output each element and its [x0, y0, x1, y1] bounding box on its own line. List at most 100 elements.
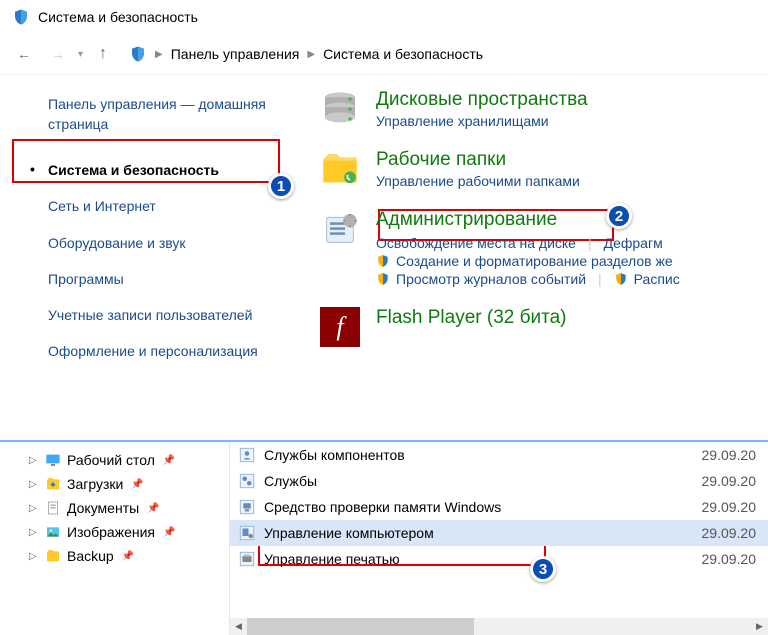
pin-icon: 📌 — [163, 527, 175, 538]
forward-button[interactable]: → — [44, 40, 72, 68]
admin-link-partitions[interactable]: Создание и форматирование разделов же — [396, 253, 673, 269]
group-title[interactable]: Дисковые пространства — [376, 89, 768, 111]
shield-icon — [12, 8, 30, 26]
downloads-icon — [45, 476, 61, 492]
scroll-thumb[interactable] — [247, 618, 474, 635]
expand-icon[interactable]: ▷ — [29, 455, 37, 466]
back-button[interactable]: ← — [10, 40, 38, 68]
folder-icon — [45, 548, 61, 564]
chevron-right-icon: ▶ — [151, 49, 167, 60]
file-date: 29.09.20 — [702, 551, 761, 567]
up-button[interactable]: ↑ — [89, 40, 117, 68]
admin-link-schedule[interactable]: Распис — [634, 271, 680, 287]
tree-item-desktop[interactable]: ▷ Рабочий стол📌 — [45, 448, 229, 472]
history-dropdown[interactable]: ▾ — [78, 49, 83, 60]
shortcut-icon — [238, 498, 256, 516]
pictures-icon — [45, 524, 61, 540]
shortcut-icon — [238, 550, 256, 568]
file-name: Управление печатью — [264, 551, 694, 567]
group-sublink[interactable]: Управление рабочими папками — [376, 173, 768, 189]
scroll-right-button[interactable]: ▶ — [751, 618, 768, 635]
file-date: 29.09.20 — [702, 525, 761, 541]
sidebar-item-network[interactable]: Сеть и Интернет — [0, 188, 300, 224]
file-date: 29.09.20 — [702, 473, 761, 489]
separator: | — [592, 271, 608, 287]
shortcut-icon — [238, 472, 256, 490]
expand-icon[interactable]: ▷ — [29, 503, 37, 514]
tree-item-documents[interactable]: ▷ Документы📌 — [45, 496, 229, 520]
group-storage-spaces: Дисковые пространства Управление хранили… — [320, 89, 768, 129]
group-sublink[interactable]: Управление хранилищами — [376, 113, 768, 129]
scroll-left-button[interactable]: ◀ — [230, 618, 247, 635]
file-row[interactable]: Службы компонентов 29.09.20 — [230, 442, 768, 468]
window-title: Система и безопасность — [38, 9, 198, 25]
shield-icon — [129, 45, 147, 63]
documents-icon — [45, 500, 61, 516]
annotation-badge-2: 2 — [606, 203, 632, 229]
file-date: 29.09.20 — [702, 499, 761, 515]
folder-tree: ▷ Рабочий стол📌 ▷ Загрузки 📌 ▷ Документы 📌… — [0, 442, 230, 635]
pin-icon: 📌 — [147, 503, 159, 514]
sidebar-item-appearance[interactable]: Оформление и персонализация — [0, 333, 300, 369]
shield-icon — [376, 254, 390, 268]
tree-label: Изображения — [67, 524, 155, 540]
pin-icon: 📌 — [122, 551, 134, 562]
group-flash-player: f Flash Player (32 бита) — [320, 307, 768, 347]
expand-icon[interactable]: ▷ — [29, 479, 37, 490]
scroll-track[interactable] — [247, 618, 751, 635]
file-row-computer-management[interactable]: Управление компьютером 29.09.20 — [230, 520, 768, 546]
category-sidebar: Панель управления — домашняя страница Си… — [0, 75, 300, 440]
folder-icon — [320, 149, 360, 189]
storage-icon — [320, 89, 360, 129]
pin-icon: 📌 — [131, 479, 143, 490]
breadcrumb-item[interactable]: Система и безопасность — [323, 46, 483, 62]
file-name: Средство проверки памяти Windows — [264, 499, 694, 515]
titlebar: Система и безопасность — [0, 0, 768, 34]
file-row[interactable]: Службы 29.09.20 — [230, 468, 768, 494]
tree-item-downloads[interactable]: ▷ Загрузки📌 — [45, 472, 229, 496]
tree-item-backup[interactable]: ▷ Backup📌 — [45, 544, 229, 568]
control-panel-home-link[interactable]: Панель управления — домашняя страница — [0, 95, 300, 152]
group-links: Освобождение места на диске | Дефрагм Со… — [376, 235, 768, 287]
pin-icon: 📌 — [163, 455, 175, 466]
shield-icon — [376, 272, 390, 286]
sidebar-item-programs[interactable]: Программы — [0, 261, 300, 297]
sidebar-item-system-security[interactable]: Система и безопасность — [0, 152, 300, 188]
expand-icon[interactable]: ▷ — [29, 551, 37, 562]
sidebar-item-accounts[interactable]: Учетные записи пользователей — [0, 297, 300, 333]
expand-icon[interactable]: ▷ — [29, 527, 37, 538]
admin-link-events[interactable]: Просмотр журналов событий — [396, 271, 586, 287]
file-name: Службы — [264, 473, 694, 489]
groups-pane: Дисковые пространства Управление хранили… — [300, 75, 768, 440]
navbar: ← → ▾ ↑ ▶ Панель управления ▶ Система и … — [0, 34, 768, 74]
breadcrumb-item[interactable]: Панель управления — [171, 46, 300, 62]
file-row[interactable]: Управление печатью 29.09.20 — [230, 546, 768, 572]
shortcut-icon — [238, 446, 256, 464]
breadcrumb: ▶ Панель управления ▶ Система и безопасн… — [123, 45, 483, 63]
admin-link-disk-cleanup[interactable]: Освобождение места на диске — [376, 235, 576, 251]
tree-label: Загрузки — [67, 476, 123, 492]
file-name: Управление компьютером — [264, 525, 694, 541]
sidebar-item-hardware[interactable]: Оборудование и звук — [0, 225, 300, 261]
admin-tools-icon — [320, 209, 360, 249]
desktop-icon — [45, 452, 61, 468]
tree-item-pictures[interactable]: ▷ Изображения📌 — [45, 520, 229, 544]
group-title[interactable]: Администрирование — [376, 209, 768, 231]
annotation-badge-1: 1 — [268, 173, 294, 199]
flash-player-icon: f — [320, 307, 360, 347]
group-title[interactable]: Flash Player (32 бита) — [376, 307, 768, 329]
shield-icon — [614, 272, 628, 286]
file-date: 29.09.20 — [702, 447, 761, 463]
file-list: Службы компонентов 29.09.20 Службы 29.09… — [230, 442, 768, 635]
group-title[interactable]: Рабочие папки — [376, 149, 768, 171]
group-administration: Администрирование Освобождение места на … — [320, 209, 768, 287]
horizontal-scrollbar[interactable]: ◀ ▶ — [230, 618, 768, 635]
group-work-folders: Рабочие папки Управление рабочими папкам… — [320, 149, 768, 189]
admin-link-defrag[interactable]: Дефрагм — [604, 235, 663, 251]
shortcut-icon — [238, 524, 256, 542]
file-row[interactable]: Средство проверки памяти Windows 29.09.2… — [230, 494, 768, 520]
explorer-lower: 3 ▷ Рабочий стол📌 ▷ Загрузки 📌 ▷ Документ… — [0, 440, 768, 635]
separator: | — [582, 235, 598, 251]
tree-label: Документы — [67, 500, 139, 516]
annotation-badge-3: 3 — [530, 556, 556, 582]
